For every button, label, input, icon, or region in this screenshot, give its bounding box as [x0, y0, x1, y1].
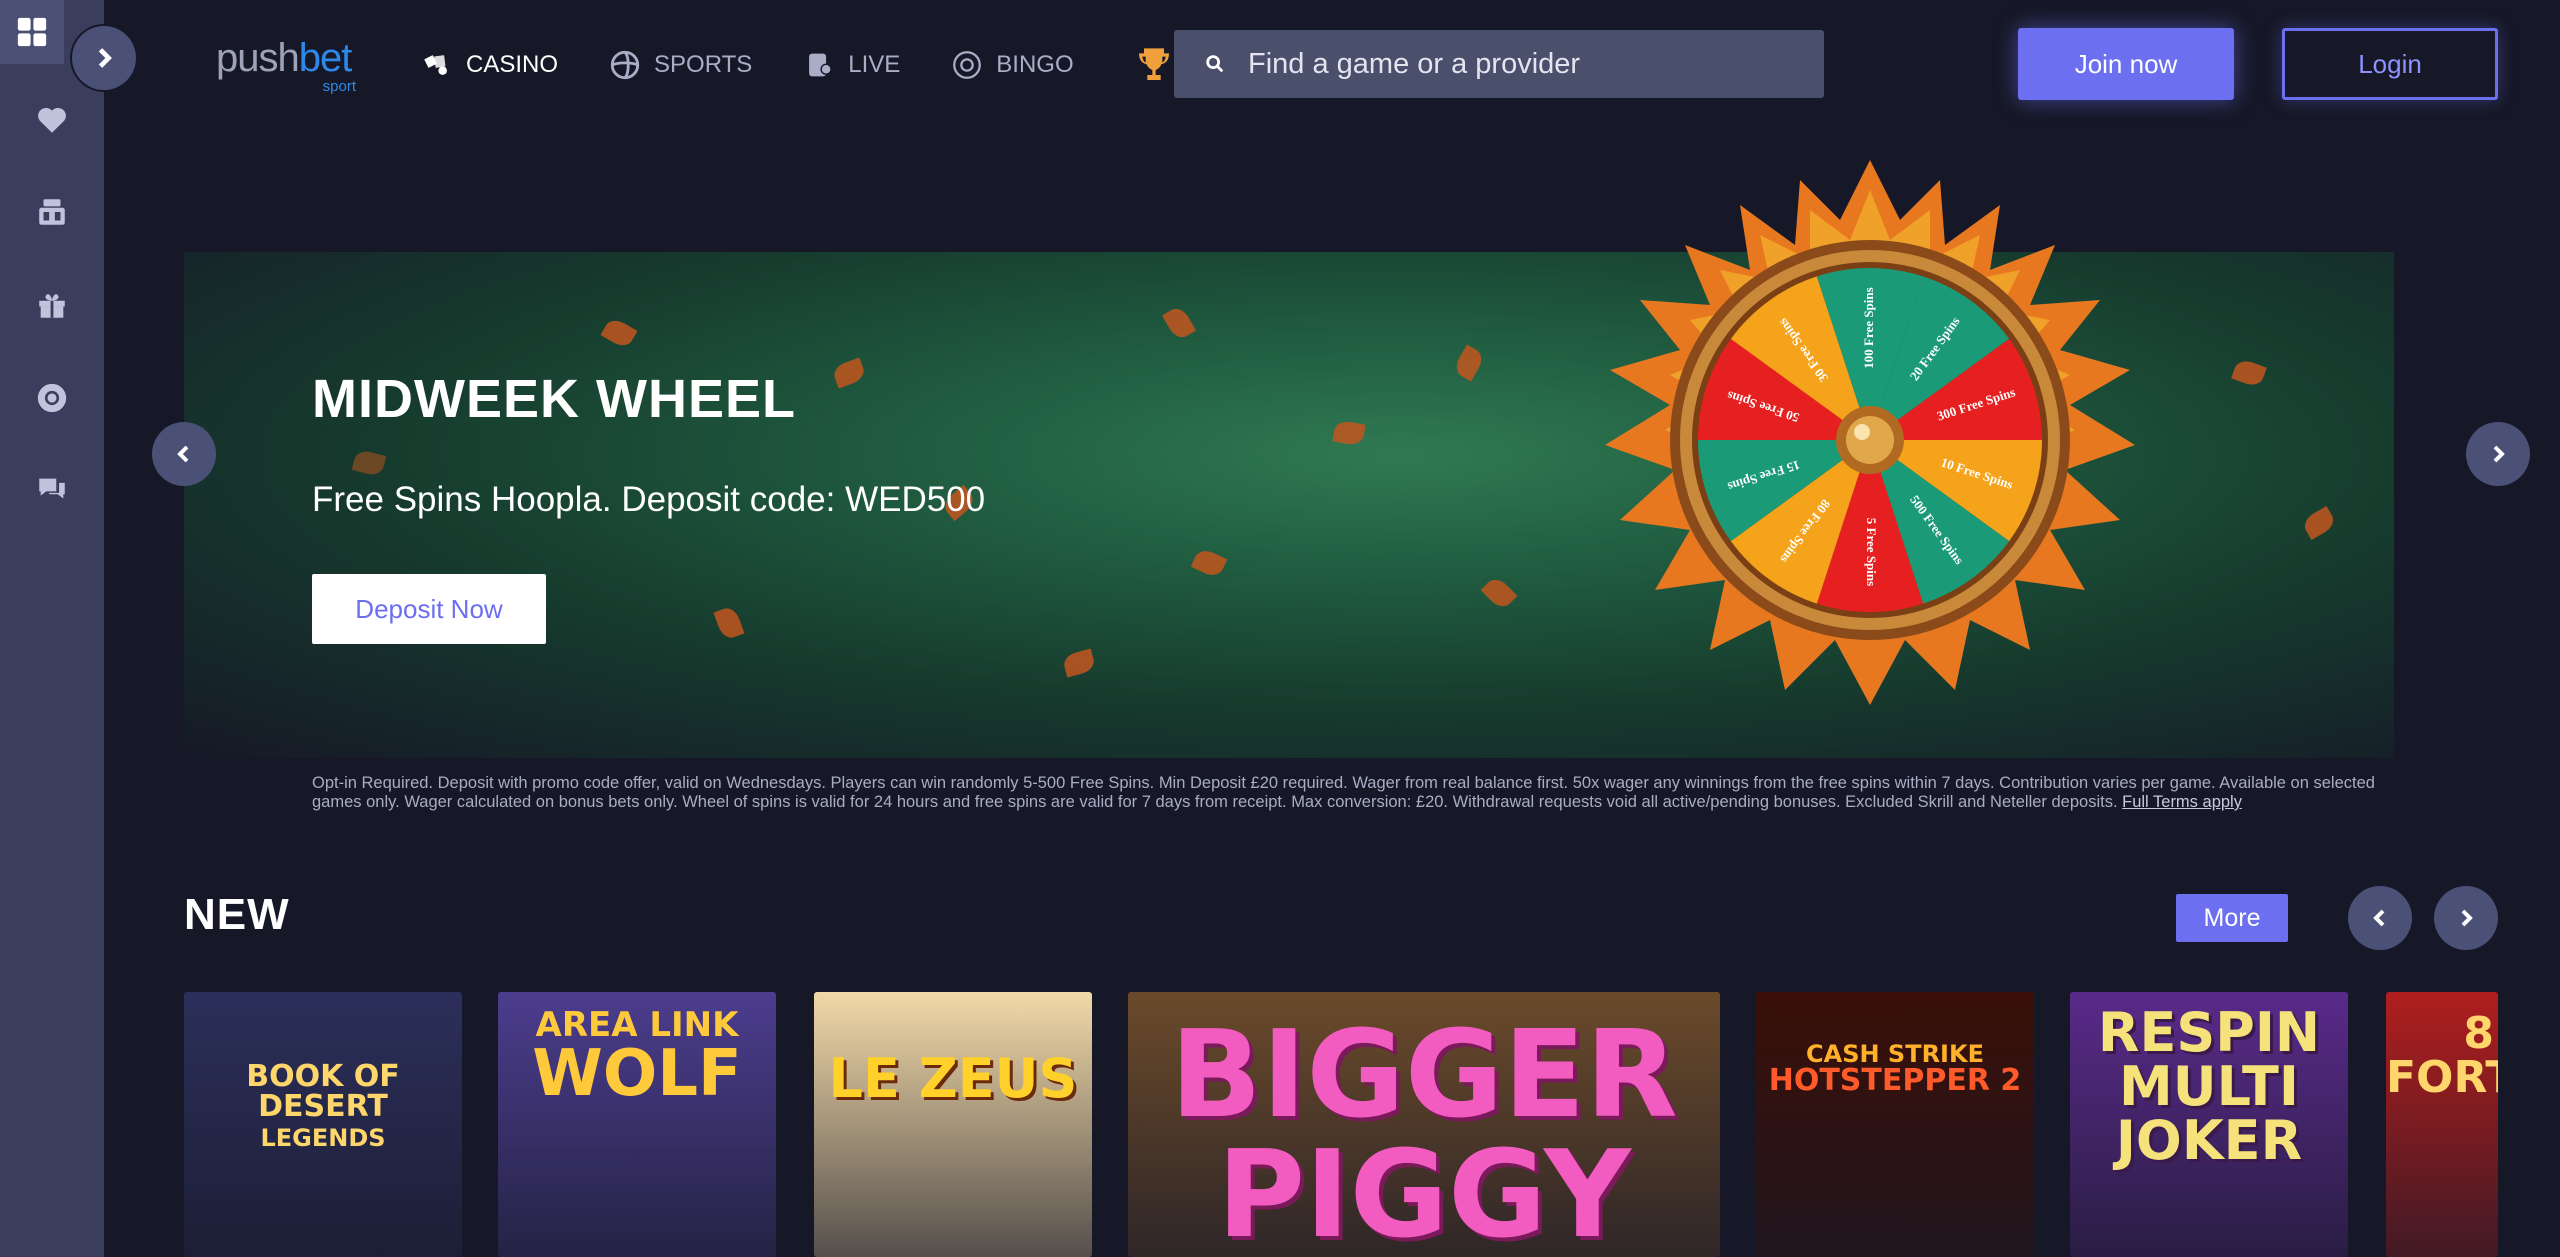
- login-button[interactable]: Login: [2282, 28, 2498, 100]
- section-title-new: NEW: [184, 890, 290, 939]
- search-input[interactable]: [1248, 47, 1808, 81]
- game-title-line1: BOOK OF DESERT: [246, 1059, 400, 1124]
- brand-sub: sport: [322, 78, 356, 95]
- game-title-line1: BIGGER: [1170, 1006, 1678, 1145]
- nav-live-label: LIVE: [848, 51, 901, 78]
- games-carousel: BOOK OF DESERT LEGENDS AREA LINK WOLF LE Z…: [184, 992, 2498, 1257]
- hero-title: MIDWEEK WHEEL: [312, 369, 796, 429]
- wheel-segment-label: 100 Free Spins: [1861, 287, 1876, 368]
- game-tile[interactable]: CASH STRIKE HOTSTEPPER 2: [1756, 992, 2034, 1257]
- top-nav: CASINO SPORTS LIVE BINGO: [420, 42, 1174, 88]
- leaf-decoration: [351, 448, 387, 478]
- rocket-icon[interactable]: [0, 182, 104, 242]
- game-tile[interactable]: AREA LINK WOLF: [498, 992, 776, 1257]
- chevron-right-icon: [2461, 909, 2473, 927]
- game-tile[interactable]: RESPIN MULTI JOKER: [2070, 992, 2348, 1257]
- leaf-decoration: [831, 357, 867, 389]
- full-terms-link[interactable]: Full Terms apply: [2122, 793, 2242, 811]
- expand-sidebar-button[interactable]: [72, 26, 136, 90]
- game-title-line2: JOKER: [2115, 1109, 2303, 1172]
- leaf-decoration: [1061, 648, 1097, 678]
- game-title-line2: FORT: [2386, 1052, 2498, 1103]
- brand-name-part1: push: [216, 36, 300, 80]
- nav-bingo-label: BINGO: [996, 51, 1074, 78]
- leaf-decoration: [2300, 505, 2338, 541]
- nav-casino-label: CASINO: [466, 51, 559, 78]
- game-title-line1: RESPIN MULTI: [2097, 1001, 2321, 1118]
- hero-prev-button[interactable]: [152, 422, 216, 486]
- leaf-decoration: [1451, 344, 1487, 382]
- search-icon: [1206, 55, 1224, 73]
- game-title-line2: WOLF: [532, 1037, 742, 1111]
- nav-casino[interactable]: CASINO: [420, 48, 558, 82]
- nav-sports-label: SPORTS: [654, 51, 753, 78]
- leaf-decoration: [1161, 304, 1197, 342]
- bingo-icon: [950, 48, 984, 82]
- hero-next-button[interactable]: [2466, 422, 2530, 486]
- join-now-button[interactable]: Join now: [2018, 28, 2234, 100]
- hero-subtitle: Free Spins Hoopla. Deposit code: WED500: [312, 480, 986, 519]
- games-prev-button[interactable]: [2348, 886, 2412, 950]
- wheel-segment-label: 5 Free Spins: [1864, 518, 1879, 586]
- leaf-decoration: [1332, 419, 1366, 447]
- game-title-line2: PIGGY: [1217, 1126, 1631, 1257]
- prize-wheel: 20 Free Spins 300 Free Spins 10 Free Spins…: [1600, 160, 2140, 720]
- lifebuoy-icon[interactable]: [0, 368, 104, 428]
- chevron-left-icon: [177, 445, 189, 463]
- game-title-line2: HOTSTEPPER 2: [1768, 1063, 2022, 1098]
- terms-text: Opt-in Required. Deposit with promo code…: [312, 774, 2402, 812]
- leaf-decoration: [2231, 357, 2267, 389]
- game-tile[interactable]: LE ZEUS: [814, 992, 1092, 1257]
- trophy-icon[interactable]: [1134, 45, 1174, 85]
- chevron-left-icon: [2373, 909, 2385, 927]
- search-bar[interactable]: [1174, 30, 1824, 98]
- nav-sports[interactable]: SPORTS: [608, 48, 752, 82]
- brand-name-part2: bet: [298, 36, 353, 80]
- game-tile[interactable]: BOOK OF DESERT LEGENDS: [184, 992, 462, 1257]
- game-title-line2: LEGENDS: [260, 1124, 386, 1152]
- chevron-right-icon: [2493, 445, 2505, 463]
- deposit-now-button[interactable]: Deposit Now: [312, 574, 546, 644]
- nav-bingo[interactable]: BINGO: [950, 48, 1074, 82]
- brand-logo[interactable]: pushbet sport: [216, 36, 366, 96]
- chat-icon[interactable]: [0, 460, 104, 520]
- chevron-right-icon: [98, 48, 112, 68]
- game-tile[interactable]: BIGGER PIGGY: [1128, 992, 1720, 1257]
- game-title-line1: LE ZEUS: [828, 1047, 1078, 1110]
- games-next-button[interactable]: [2434, 886, 2498, 950]
- game-tile[interactable]: 8FORT: [2386, 992, 2498, 1257]
- gift-icon[interactable]: [0, 275, 104, 335]
- terms-body: Opt-in Required. Deposit with promo code…: [312, 774, 2375, 811]
- cards-icon: [420, 48, 454, 82]
- leaf-decoration: [1190, 546, 1228, 580]
- leaf-decoration: [1480, 574, 1518, 612]
- leaf-decoration: [600, 315, 638, 351]
- more-button[interactable]: More: [2176, 894, 2288, 942]
- ball-icon: [608, 48, 642, 82]
- grid-icon[interactable]: [0, 0, 64, 64]
- leaf-decoration: [713, 605, 745, 641]
- live-cards-icon: [802, 48, 836, 82]
- nav-live[interactable]: LIVE: [802, 48, 900, 82]
- heart-icon[interactable]: [0, 90, 104, 150]
- sidebar: [0, 0, 104, 1257]
